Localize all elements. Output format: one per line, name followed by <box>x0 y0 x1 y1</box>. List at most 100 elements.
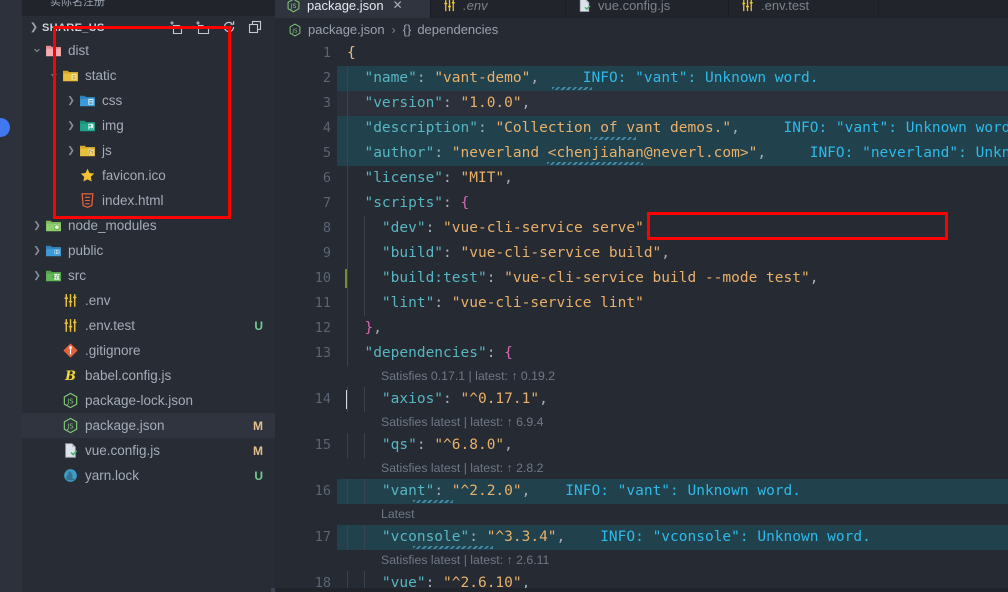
codelens-text[interactable]: Latest <box>381 504 415 525</box>
code-line[interactable]: 4 "description": "Collection of vant dem… <box>275 116 1008 141</box>
code-line[interactable]: 3 "version": "1.0.0", <box>275 91 1008 116</box>
code-line-text[interactable]: "axios": "^0.17.1", <box>347 387 548 412</box>
tree-item-label: babel.config.js <box>85 368 172 383</box>
breadcrumb[interactable]: JS package.json › {} dependencies <box>275 18 1008 41</box>
tree-item-node-modules[interactable]: ❯ node_modules <box>22 213 275 238</box>
code-line[interactable]: 8 "dev": "vue-cli-service serve", <box>275 216 1008 241</box>
codelens-text[interactable]: Satisfies latest | latest: ↑ 2.6.11 <box>381 550 549 571</box>
tree-item-img[interactable]: ❯ img <box>22 113 275 138</box>
code-line-text[interactable]: { <box>347 41 356 66</box>
chevron-down-icon[interactable]: ⌄ <box>30 41 44 54</box>
code-line[interactable]: 5 "author": "neverland <chenjiahan@never… <box>275 141 1008 166</box>
tree-item-package-lock-json[interactable]: JS package-lock.json <box>22 388 275 413</box>
explorer-section-header[interactable]: ❯ SHARE_US <box>22 16 275 38</box>
chevron-down-icon[interactable]: ❯ <box>26 22 42 33</box>
npm-icon: JS <box>286 0 301 13</box>
new-file-icon[interactable] <box>169 19 185 35</box>
code-line-text[interactable]: "qs": "^6.8.0", <box>347 433 513 458</box>
code-line-text[interactable]: }, <box>347 316 381 341</box>
tree-item-dist[interactable]: ⌄ dist <box>22 38 275 63</box>
editor-tab-bar[interactable]: JS package.json ✕ .env vue.config.js .env.tes… <box>275 0 1008 18</box>
code-line-text[interactable]: "author": "neverland <chenjiahan@neverl.… <box>347 141 1008 166</box>
codelens-hint[interactable]: Satisfies 0.17.1 | latest: ↑ 0.19.2 <box>275 366 1008 387</box>
refresh-icon[interactable] <box>221 19 237 35</box>
chevron-right-icon[interactable]: ❯ <box>30 221 44 230</box>
svg-text:JS: JS <box>66 397 74 406</box>
editor-area: JS package.json ✕ .env vue.config.js .env.tes… <box>275 0 1008 592</box>
collapse-all-icon[interactable] <box>247 19 263 35</box>
editor-tab-package-json[interactable]: JS package.json ✕ <box>275 0 431 18</box>
tree-item-vue-config-js[interactable]: vue.config.js M <box>22 438 275 463</box>
codelens-text[interactable]: Satisfies 0.17.1 | latest: ↑ 0.19.2 <box>381 366 555 387</box>
tree-item-favicon-ico[interactable]: favicon.ico <box>22 163 275 188</box>
tree-item-env[interactable]: .env <box>22 288 275 313</box>
code-line[interactable]: 2 "name": "vant-demo", INFO: "vant": Unk… <box>275 66 1008 91</box>
code-line[interactable]: 17 "vconsole": "^3.3.4", INFO: "vconsole… <box>275 525 1008 550</box>
code-line[interactable]: 15 "qs": "^6.8.0", <box>275 433 1008 458</box>
new-folder-icon[interactable] <box>195 19 211 35</box>
chevron-right-icon[interactable]: ❯ <box>64 146 78 155</box>
yarn-icon <box>61 467 80 484</box>
tree-item-public[interactable]: ❯ public <box>22 238 275 263</box>
code-line[interactable]: 9 "build": "vue-cli-service build", <box>275 241 1008 266</box>
code-line-text[interactable]: "scripts": { <box>347 191 469 216</box>
editor-tab-env[interactable]: .env <box>431 0 566 18</box>
tree-item-label: img <box>102 118 124 133</box>
tree-item-static[interactable]: ⌄ static <box>22 63 275 88</box>
tree-item-env-test[interactable]: .env.test U <box>22 313 275 338</box>
tree-item-label: favicon.ico <box>102 168 166 183</box>
code-line[interactable]: 10 "build:test": "vue-cli-service build … <box>275 266 1008 291</box>
chevron-right-icon[interactable]: ❯ <box>64 121 78 130</box>
vueconfig-icon <box>61 442 80 459</box>
code-line[interactable]: 7 "scripts": { <box>275 191 1008 216</box>
code-line[interactable]: 11 "lint": "vue-cli-service lint" <box>275 291 1008 316</box>
tree-item-label: yarn.lock <box>85 468 140 483</box>
tree-item-gitignore[interactable]: .gitignore <box>22 338 275 363</box>
tree-item-js[interactable]: ❯ JS js <box>22 138 275 163</box>
file-tree[interactable]: ⌄ dist ⌄ static ❯ css ❯ img ❯ JS js favicon.ico inde… <box>22 38 275 488</box>
chevron-right-icon[interactable]: ❯ <box>64 96 78 105</box>
code-line[interactable]: 13 "dependencies": { <box>275 341 1008 366</box>
breadcrumb-file[interactable]: package.json <box>308 22 385 37</box>
code-line[interactable]: 6 "license": "MIT", <box>275 166 1008 191</box>
editor-tab-env-test[interactable]: .env.test <box>729 0 879 18</box>
tree-item-package-json[interactable]: JS package.json M <box>22 413 275 438</box>
chevron-right-icon[interactable]: ❯ <box>30 271 44 280</box>
code-line-text[interactable]: "dev": "vue-cli-service serve", <box>347 216 653 241</box>
codelens-text[interactable]: Satisfies latest | latest: ↑ 2.8.2 <box>381 458 543 479</box>
code-line-text[interactable]: "build:test": "vue-cli-service build --m… <box>347 266 819 291</box>
code-line-text[interactable]: "version": "1.0.0", <box>347 91 530 116</box>
tree-item-label: package.json <box>85 418 165 433</box>
close-icon[interactable]: ✕ <box>393 0 403 12</box>
line-number: 14 <box>314 391 331 407</box>
code-line[interactable]: 14 "axios": "^0.17.1", <box>275 387 1008 412</box>
codelens-hint[interactable]: Satisfies latest | latest: ↑ 2.8.2 <box>275 458 1008 479</box>
code-line-text[interactable]: "lint": "vue-cli-service lint" <box>347 291 644 316</box>
breadcrumb-symbol[interactable]: dependencies <box>417 22 498 37</box>
code-editor[interactable]: 1{2 "name": "vant-demo", INFO: "vant": U… <box>275 41 1008 592</box>
activity-badge[interactable] <box>0 118 10 137</box>
tab-label: package.json <box>307 0 384 13</box>
tree-item-src[interactable]: ❯ </> src <box>22 263 275 288</box>
code-line[interactable]: 16 "vant": "^2.2.0", INFO: "vant": Unkno… <box>275 479 1008 504</box>
codelens-hint[interactable]: Satisfies latest | latest: ↑ 6.9.4 <box>275 412 1008 433</box>
tree-item-yarn-lock[interactable]: yarn.lock U <box>22 463 275 488</box>
code-line-text[interactable]: "dependencies": { <box>347 341 512 366</box>
codelens-text[interactable]: Satisfies latest | latest: ↑ 6.9.4 <box>381 412 543 433</box>
code-line-text[interactable]: "license": "MIT", <box>347 166 512 191</box>
code-line-text[interactable]: "build": "vue-cli-service build", <box>347 241 670 266</box>
chevron-down-icon[interactable]: ⌄ <box>47 66 61 79</box>
codelens-hint[interactable]: Satisfies latest | latest: ↑ 2.6.11 <box>275 550 1008 571</box>
tab-label: vue.config.js <box>598 0 671 13</box>
codelens-hint[interactable]: Latest <box>275 504 1008 525</box>
chevron-right-icon[interactable]: ❯ <box>30 246 44 255</box>
tree-item-css[interactable]: ❯ css <box>22 88 275 113</box>
tree-item-label: js <box>102 143 112 158</box>
editor-tab-vue-config-js[interactable]: vue.config.js <box>566 0 729 18</box>
code-line[interactable]: 1{ <box>275 41 1008 66</box>
tree-item-babel-config-js[interactable]: Bbabel.config.js <box>22 363 275 388</box>
code-line[interactable]: 12 }, <box>275 316 1008 341</box>
svg-text:JS: JS <box>66 422 74 431</box>
code-line-text[interactable]: "description": "Collection of vant demos… <box>347 116 1008 141</box>
tree-item-index-html[interactable]: index.html <box>22 188 275 213</box>
